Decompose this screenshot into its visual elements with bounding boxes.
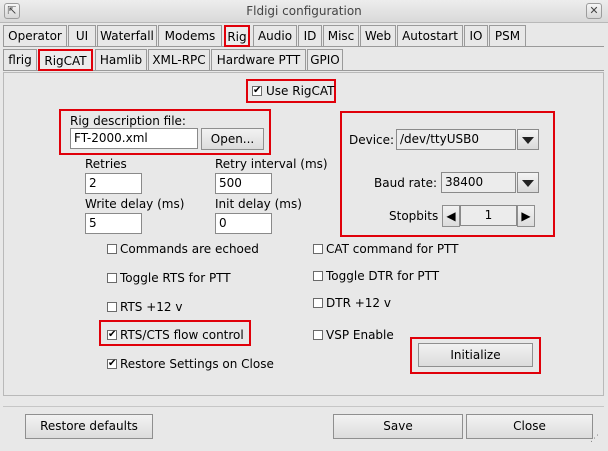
device-select[interactable]: /dev/ttyUSB0 [396,129,516,150]
tab-web[interactable]: Web [360,25,396,46]
tab-waterfall[interactable]: Waterfall [97,25,157,46]
cat-ptt-checkbox[interactable] [313,244,323,254]
rts-cts-label: RTS/CTS flow control [120,328,244,342]
tab-gpio[interactable]: GPIO [307,49,343,70]
device-label: Device: [349,133,395,147]
init-delay-label: Init delay (ms) [215,197,302,211]
restore-on-close-checkbox[interactable]: ✔ [107,359,117,369]
use-rigcat-label: Use RigCAT [266,84,335,98]
init-delay-input[interactable]: 0 [215,213,272,234]
toggle-dtr-label: Toggle DTR for PTT [326,269,440,283]
tab-modems[interactable]: Modems [158,25,222,46]
vsp-checkbox[interactable] [313,330,323,340]
initialize-button[interactable]: Initialize [418,343,533,367]
stopbits-decrease-button[interactable]: ◀ [442,205,460,227]
baud-rate-label: Baud rate: [374,176,438,190]
tab-io[interactable]: IO [464,25,488,46]
window-title: Fldigi configuration [246,4,362,18]
stopbits-increase-button[interactable]: ▶ [517,205,535,227]
tab-operator[interactable]: Operator [3,25,67,46]
close-button[interactable]: Close [466,414,593,439]
toggle-rts-checkbox[interactable] [107,273,117,283]
vsp-label: VSP Enable [326,328,394,342]
baud-rate-select[interactable]: 38400 [441,172,516,193]
retries-label: Retries [85,157,127,171]
chevron-down-icon [522,180,534,187]
tab-psm[interactable]: PSM [489,25,526,46]
save-button[interactable]: Save [333,414,463,439]
toggle-rts-label: Toggle RTS for PTT [120,271,231,285]
retry-interval-label: Retry interval (ms) [215,157,328,171]
window-close-icon[interactable]: ✕ [586,3,602,19]
restore-on-close-label: Restore Settings on Close [120,357,274,371]
write-delay-label: Write delay (ms) [85,197,185,211]
open-button[interactable]: Open... [201,128,264,150]
retries-input[interactable]: 2 [85,173,142,194]
tab-ui[interactable]: UI [68,25,96,46]
baud-dropdown-button[interactable] [517,172,539,193]
rts-12v-label: RTS +12 v [120,300,183,314]
tab-autostart[interactable]: Autostart [397,25,463,46]
retry-interval-input[interactable]: 500 [215,173,272,194]
tab-hardware-ptt[interactable]: Hardware PTT [211,49,306,70]
rig-description-input[interactable]: FT-2000.xml [70,128,198,149]
tab-hamlib[interactable]: Hamlib [95,49,147,70]
use-rigcat-checkbox[interactable]: ✔ [252,86,262,96]
rig-description-label: Rig description file: [70,114,186,128]
tab-flrig[interactable]: flrig [3,49,37,70]
write-delay-input[interactable]: 5 [85,213,142,234]
tabs-row-1: Operator UI Waterfall Modems Rig Audio I… [3,25,604,47]
stopbits-value[interactable]: 1 [460,205,517,226]
restore-defaults-button[interactable]: Restore defaults [25,414,153,439]
cat-ptt-label: CAT command for PTT [326,242,459,256]
stopbits-label: Stopbits [389,209,439,223]
chevron-down-icon [522,137,534,144]
tab-rig[interactable]: Rig [224,25,250,47]
tab-audio[interactable]: Audio [253,25,297,46]
toggle-dtr-checkbox[interactable] [313,271,323,281]
tab-xml-rpc[interactable]: XML-RPC [148,49,210,70]
tab-id[interactable]: ID [298,25,322,46]
tabs-row-2: flrig RigCAT Hamlib XML-RPC Hardware PTT… [3,49,604,71]
commands-echoed-label: Commands are echoed [120,242,259,256]
commands-echoed-checkbox[interactable] [107,244,117,254]
tab-rigcat[interactable]: RigCAT [38,49,93,71]
rts-cts-checkbox[interactable]: ✔ [107,330,117,340]
dtr-12v-checkbox[interactable] [313,298,323,308]
device-dropdown-button[interactable] [517,129,539,150]
rts-12v-checkbox[interactable] [107,302,117,312]
resize-grip-icon[interactable]: ⋰ [590,433,602,445]
window-restore-icon[interactable]: ⇱ [4,3,20,19]
tab-misc[interactable]: Misc [323,25,359,46]
dtr-12v-label: DTR +12 v [326,296,391,310]
